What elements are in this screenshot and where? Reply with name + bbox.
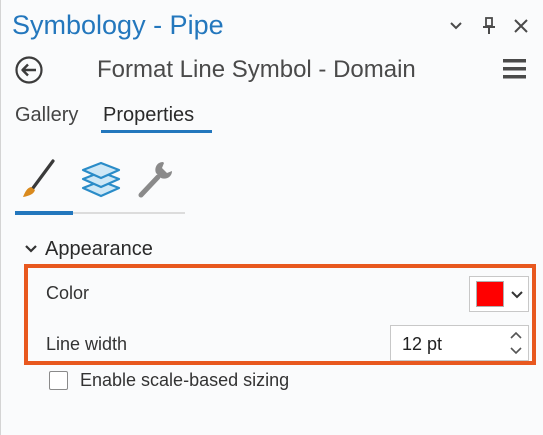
hamburger-icon xyxy=(503,59,526,79)
pane-title: Symbology - Pipe xyxy=(12,10,224,40)
format-symbol-title: Format Line Symbol - Domain xyxy=(97,56,416,83)
close-icon[interactable] xyxy=(510,13,532,39)
line-width-stepper[interactable]: 12 pt xyxy=(390,325,529,361)
chevron-down-icon xyxy=(25,245,37,253)
tab-properties[interactable]: Properties xyxy=(103,104,194,127)
paintbrush-icon[interactable] xyxy=(19,157,63,201)
back-button[interactable] xyxy=(14,55,44,85)
appearance-section-header[interactable]: Appearance xyxy=(23,235,153,263)
pin-icon[interactable] xyxy=(478,13,500,39)
symbology-pane: Symbology - Pipe Format Line Symbol - Do… xyxy=(0,0,543,435)
chevron-down-icon xyxy=(511,291,523,299)
menu-button[interactable] xyxy=(501,57,528,81)
back-arrow-icon xyxy=(15,56,43,84)
chevron-down-icon[interactable] xyxy=(445,13,467,39)
layers-icon[interactable] xyxy=(79,157,123,201)
color-label: Color xyxy=(46,283,90,303)
spin-down-icon[interactable] xyxy=(509,345,523,357)
scale-based-sizing-label[interactable]: Enable scale-based sizing xyxy=(80,370,289,391)
tab-gallery[interactable]: Gallery xyxy=(15,104,78,127)
line-width-label: Line width xyxy=(46,334,128,354)
tab-active-indicator xyxy=(101,130,212,133)
spin-up-icon[interactable] xyxy=(509,329,523,341)
wrench-icon[interactable] xyxy=(133,157,177,201)
subtab-active-indicator xyxy=(15,211,73,215)
line-width-value[interactable]: 12 pt xyxy=(402,334,442,355)
scale-based-sizing-checkbox[interactable] xyxy=(49,371,68,390)
color-swatch xyxy=(476,281,504,307)
appearance-section-title: Appearance xyxy=(45,237,153,260)
color-picker[interactable] xyxy=(469,276,529,312)
